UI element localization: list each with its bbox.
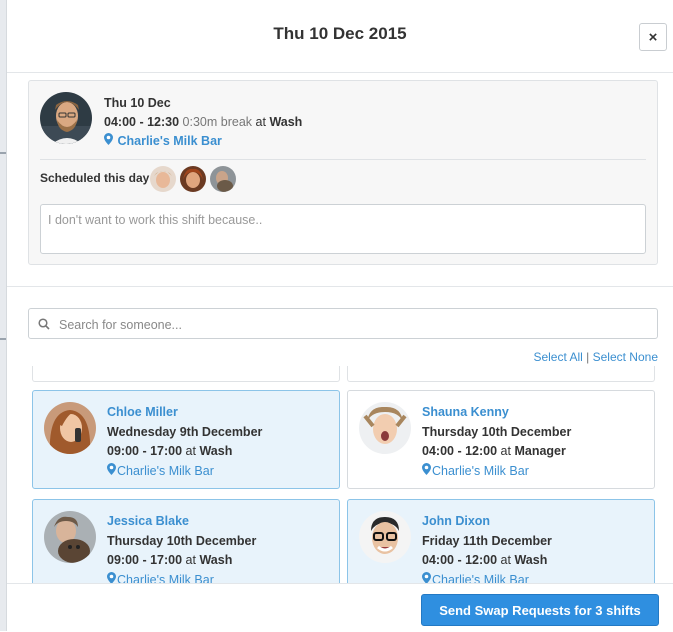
search-input[interactable] [57, 309, 651, 340]
scheduled-avatar[interactable] [210, 166, 236, 192]
person-details: Jessica Blake Thursday 10th December 09:… [107, 512, 256, 583]
shift-time-line: 04:00 - 12:30 0:30m break at Wash [104, 113, 302, 132]
close-button[interactable]: × [639, 23, 667, 51]
person-location[interactable]: Charlie's Milk Bar [432, 573, 529, 584]
people-list[interactable]: Chloe Miller Wednesday 9th December 09:0… [7, 366, 673, 583]
scheduled-label: Scheduled this day: [40, 171, 154, 185]
select-all-link[interactable]: Select All [533, 350, 582, 364]
select-none-link[interactable]: Select None [593, 350, 658, 364]
scheduled-avatar[interactable] [180, 166, 206, 192]
person-role: Wash [199, 444, 233, 458]
person-role: Manager [514, 444, 566, 458]
person-at-word: at [185, 444, 196, 458]
person-location-line[interactable]: Charlie's Milk Bar [422, 462, 571, 482]
modal-footer: Send Swap Requests for 3 shifts [7, 583, 673, 632]
close-icon: × [648, 28, 658, 46]
person-time: 04:00 - 12:00 [422, 553, 498, 567]
shift-info: Thu 10 Dec 04:00 - 12:30 0:30m break at … [104, 94, 302, 151]
shift-time: 04:00 - 12:30 [104, 115, 180, 129]
person-location-line[interactable]: Charlie's Milk Bar [422, 571, 552, 584]
shift-role: Wash [269, 115, 303, 129]
avatar [359, 402, 411, 454]
modal-title: Thu 10 Dec 2015 [273, 24, 407, 43]
person-role: Wash [199, 553, 233, 567]
person-date: Thursday 10th December [107, 533, 257, 548]
avatar [44, 402, 96, 454]
swap-shift-modal: Thu 10 Dec 2015 × Thu 10 Dec 04:00 - 12:… [6, 0, 673, 632]
person-at-word: at [185, 553, 196, 567]
map-pin-icon [104, 133, 116, 148]
list-item[interactable]: Jessica Blake Thursday 10th December 09:… [32, 499, 340, 583]
person-location[interactable]: Charlie's Milk Bar [432, 464, 529, 478]
person-time: 04:00 - 12:00 [422, 444, 498, 458]
person-location-line[interactable]: Charlie's Milk Bar [107, 462, 262, 482]
person-details: Chloe Miller Wednesday 9th December 09:0… [107, 403, 262, 481]
shift-location-line[interactable]: Charlie's Milk Bar [104, 132, 302, 151]
person-details: John Dixon Friday 11th December 04:00 - … [422, 512, 552, 583]
person-time: 09:00 - 17:00 [107, 444, 183, 458]
person-at-word: at [500, 444, 511, 458]
shift-location[interactable]: Charlie's Milk Bar [117, 134, 221, 148]
person-name[interactable]: Chloe Miller [107, 403, 262, 423]
map-pin-icon [422, 571, 431, 583]
map-pin-icon [107, 462, 116, 478]
scheduled-avatar[interactable] [150, 166, 176, 192]
reason-textarea[interactable] [40, 204, 646, 254]
person-details: Shauna Kenny Thursday 10th December 04:0… [422, 403, 571, 481]
map-pin-icon [107, 571, 116, 583]
shift-at-word: at [255, 115, 266, 129]
person-date: Friday 11th December [422, 533, 552, 548]
list-item[interactable] [32, 366, 340, 382]
person-time-line: 04:00 - 12:00 at Manager [422, 442, 571, 462]
link-separator: | [586, 350, 590, 364]
list-item[interactable]: Chloe Miller Wednesday 9th December 09:0… [32, 390, 340, 489]
map-pin-icon [422, 462, 431, 478]
shift-date: Thu 10 Dec [104, 96, 171, 110]
shift-break: 0:30m break [182, 115, 253, 129]
person-time-line: 09:00 - 17:00 at Wash [107, 442, 262, 462]
person-time-line: 04:00 - 12:00 at Wash [422, 551, 552, 571]
person-location-line[interactable]: Charlie's Milk Bar [107, 571, 256, 584]
select-links: Select All | Select None [533, 350, 658, 364]
person-name[interactable]: Jessica Blake [107, 512, 256, 532]
person-date: Wednesday 9th December [107, 424, 263, 439]
person-location[interactable]: Charlie's Milk Bar [117, 573, 214, 584]
person-location[interactable]: Charlie's Milk Bar [117, 464, 214, 478]
person-time-line: 09:00 - 17:00 at Wash [107, 551, 256, 571]
person-time: 09:00 - 17:00 [107, 553, 183, 567]
card-divider [40, 159, 646, 160]
modal-header: Thu 10 Dec 2015 × [7, 0, 673, 73]
search-icon [38, 317, 50, 335]
section-separator [7, 286, 673, 287]
avatar [359, 511, 411, 563]
person-at-word: at [500, 553, 511, 567]
send-swap-requests-button[interactable]: Send Swap Requests for 3 shifts [421, 594, 659, 626]
list-item[interactable] [347, 366, 655, 382]
list-item[interactable]: John Dixon Friday 11th December 04:00 - … [347, 499, 655, 583]
search-box[interactable] [28, 308, 658, 340]
avatar [44, 511, 96, 563]
list-item[interactable]: Shauna Kenny Thursday 10th December 04:0… [347, 390, 655, 489]
person-name[interactable]: Shauna Kenny [422, 403, 571, 423]
avatar [40, 92, 92, 144]
person-date: Thursday 10th December [422, 424, 572, 439]
person-role: Wash [514, 553, 548, 567]
shift-details-card: Thu 10 Dec 04:00 - 12:30 0:30m break at … [28, 80, 658, 265]
person-name[interactable]: John Dixon [422, 512, 552, 532]
